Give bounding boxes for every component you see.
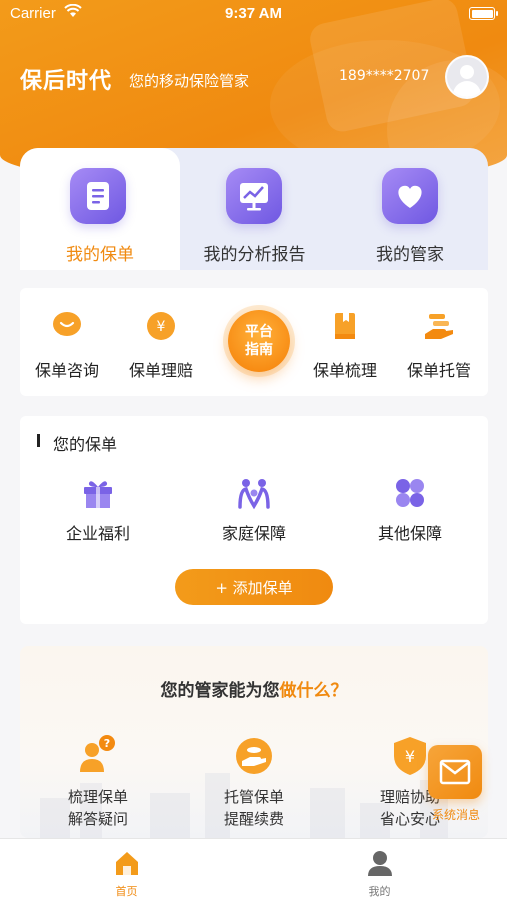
butler-title-highlight: 做什么？ xyxy=(279,681,348,701)
chart-icon xyxy=(226,168,282,224)
gift-icon xyxy=(81,476,115,510)
service-policy-sort[interactable]: 保单梳理 xyxy=(298,288,392,396)
add-policy-button[interactable]: + 添加保单 xyxy=(175,569,333,605)
tab-label: 我的保单 xyxy=(66,245,134,265)
tabbar-label: 首页 xyxy=(115,885,138,898)
chat-bubble-icon xyxy=(51,310,83,342)
battery-icon xyxy=(469,7,498,20)
system-message-button[interactable] xyxy=(428,745,482,799)
service-policy-claim[interactable]: ¥ 保单理赔 xyxy=(114,288,208,396)
platform-guide-line1: 平台 xyxy=(245,324,273,340)
heart-icon xyxy=(382,168,438,224)
butler-item-line1: 托管保单 xyxy=(223,788,284,806)
avatar-body xyxy=(453,81,481,97)
service-label: 保单咨询 xyxy=(34,361,99,380)
service-policy-consult[interactable]: 保单咨询 xyxy=(20,288,114,396)
svg-text:?: ? xyxy=(104,737,110,750)
hand-icon xyxy=(423,310,455,342)
user-phone[interactable]: 189****2707 xyxy=(339,68,429,84)
butler-title-prefix: 您的管家能为您 xyxy=(160,681,280,701)
policy-label: 家庭保障 xyxy=(221,524,286,543)
service-policy-custody[interactable]: 保单托管 xyxy=(392,288,486,396)
service-label: 保单托管 xyxy=(406,361,471,380)
policy-label: 企业福利 xyxy=(65,524,130,543)
tab-my-policies[interactable]: 我的保单 xyxy=(20,148,180,270)
tab-label: 我的管家 xyxy=(376,245,444,265)
svg-text:¥: ¥ xyxy=(157,319,166,335)
yen-coin-icon: ¥ xyxy=(145,310,177,342)
main-tabs: 我的保单 我的分析报告 我的管家 xyxy=(20,148,488,270)
mail-icon xyxy=(439,759,471,785)
avatar-head xyxy=(460,65,474,79)
butler-title: 您的管家能为您做什么？ xyxy=(20,676,488,701)
butler-services-card: 您的管家能为您做什么？ ? 梳理保单 解答疑问 托管保单 提醒续费 ¥ 理赔协助… xyxy=(20,646,488,838)
section-title: 您的保单 xyxy=(53,435,118,454)
avatar[interactable] xyxy=(445,55,489,99)
app-subtitle: 您的移动保险管家 xyxy=(129,72,250,90)
tabbar-mine[interactable]: 我的 xyxy=(253,839,506,900)
section-marker xyxy=(37,434,40,447)
quick-services: 保单咨询 ¥ 保单理赔 平台 指南 保单梳理 保单托管 xyxy=(20,288,488,396)
status-bar: Carrier 9:37 AM xyxy=(0,0,507,28)
question-person-icon: ? xyxy=(76,734,120,778)
butler-item-line2: 解答疑问 xyxy=(67,810,128,828)
hand-coin-icon xyxy=(232,734,276,778)
tab-label: 我的分析报告 xyxy=(203,245,306,265)
service-label: 保单梳理 xyxy=(312,361,377,380)
tab-my-butler[interactable]: 我的管家 xyxy=(332,148,488,270)
tabbar-home[interactable]: 首页 xyxy=(0,839,253,900)
yen-shield-icon: ¥ xyxy=(388,734,432,778)
book-icon xyxy=(329,310,361,342)
butler-item-line1: 梳理保单 xyxy=(67,788,128,806)
four-leaf-icon xyxy=(393,476,427,510)
bottom-tabbar: 首页 我的 xyxy=(0,838,507,900)
clock: 9:37 AM xyxy=(225,5,282,22)
tab-analysis-report[interactable]: 我的分析报告 xyxy=(177,148,332,270)
policy-label: 其他保障 xyxy=(377,524,442,543)
svg-text:¥: ¥ xyxy=(405,747,415,766)
my-policies-section: 您的保单 企业福利 家庭保障 其他保障 + 添加保单 xyxy=(20,416,488,624)
home-icon xyxy=(113,849,141,877)
app-title: 保后时代 xyxy=(20,69,113,94)
platform-guide-line2: 指南 xyxy=(245,342,273,358)
platform-guide-button[interactable]: 平台 指南 xyxy=(228,310,290,372)
tabbar-label: 我的 xyxy=(368,885,391,898)
document-icon xyxy=(70,168,126,224)
user-icon xyxy=(366,849,394,877)
family-icon xyxy=(237,476,271,510)
service-label: 保单理赔 xyxy=(128,361,193,380)
system-message-label[interactable]: 系统消息 xyxy=(428,806,484,823)
butler-item-line2: 提醒续费 xyxy=(223,810,284,828)
